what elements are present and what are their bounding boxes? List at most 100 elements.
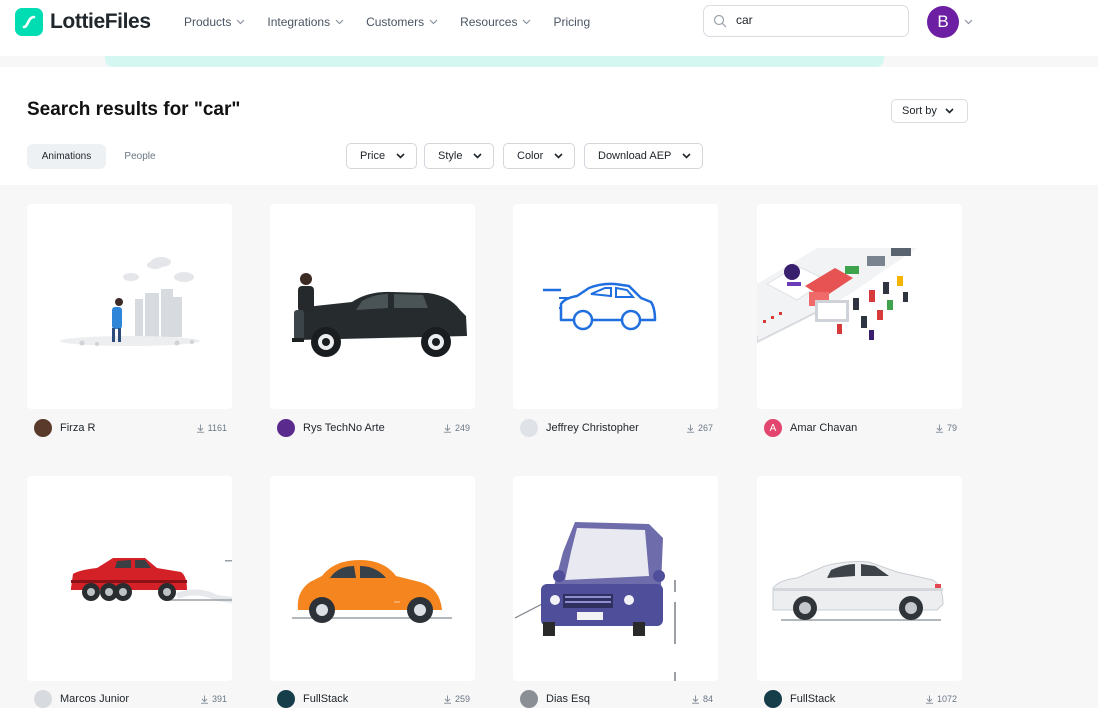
download-icon <box>686 424 694 433</box>
search-input[interactable] <box>736 13 896 27</box>
nav-item-pricing[interactable]: Pricing <box>553 15 590 29</box>
download-count-value: 79 <box>946 423 957 433</box>
nav-item-label: Products <box>184 15 232 29</box>
filter-label: Download AEP <box>598 150 672 162</box>
animation-preview <box>757 248 917 344</box>
animation-preview <box>71 558 232 603</box>
filter-label: Color <box>517 150 544 162</box>
download-count: 259 <box>443 694 470 704</box>
download-count-value: 249 <box>454 423 470 433</box>
chevron-down-icon <box>236 19 245 25</box>
download-count: 267 <box>686 423 713 433</box>
nav-item-customers[interactable]: Customers <box>366 15 438 29</box>
card-meta: Dias Esq 84 <box>513 690 718 708</box>
top-navigation-bar: LottieFiles Products Integrations Custom… <box>0 0 1098 56</box>
author-avatar[interactable] <box>34 419 52 437</box>
download-icon <box>935 424 943 433</box>
sort-by-dropdown[interactable]: Sort by <box>891 99 968 123</box>
animation-card[interactable] <box>757 476 962 681</box>
animation-card[interactable] <box>270 204 475 409</box>
animation-preview <box>292 273 467 357</box>
animation-card[interactable] <box>270 476 475 681</box>
animation-preview <box>514 522 676 681</box>
chevron-down-icon <box>682 153 691 159</box>
nav-item-integrations[interactable]: Integrations <box>267 15 344 29</box>
download-count-value: 1072 <box>936 694 957 704</box>
chevron-down-icon <box>523 19 531 25</box>
author-name[interactable]: Rys TechNo Arte <box>303 422 385 434</box>
filter-color[interactable]: Color <box>503 143 576 169</box>
card-meta: Firza R 1161 <box>27 419 232 437</box>
nav-item-products[interactable]: Products <box>184 15 245 29</box>
card-meta: Jeffrey Christopher 267 <box>513 419 718 437</box>
author-avatar[interactable] <box>520 690 538 708</box>
chevron-down-icon <box>396 153 405 159</box>
download-icon <box>443 695 451 704</box>
chevron-down-icon <box>473 153 483 159</box>
author-name[interactable]: Marcos Junior <box>60 693 129 705</box>
author-avatar[interactable] <box>520 419 538 437</box>
tab-people[interactable]: People <box>112 144 168 169</box>
download-count-value: 259 <box>454 694 470 704</box>
author-name[interactable]: FullStack <box>790 693 835 705</box>
chevron-down-icon <box>945 108 954 114</box>
search-icon <box>713 14 727 28</box>
filter-price[interactable]: Price <box>346 143 418 169</box>
filter-download-aep[interactable]: Download AEP <box>584 143 704 169</box>
download-count: 1072 <box>925 694 957 704</box>
nav-item-label: Resources <box>460 15 518 29</box>
author-name[interactable]: Amar Chavan <box>790 422 857 434</box>
download-count-value: 84 <box>702 694 713 704</box>
lottiefiles-logo-icon <box>15 8 43 36</box>
animation-card[interactable] <box>757 204 962 409</box>
card-meta: FullStack 259 <box>270 690 475 708</box>
announcement-banner <box>105 56 884 67</box>
animation-card[interactable] <box>27 476 232 681</box>
chevron-down-icon[interactable] <box>964 19 973 25</box>
card-meta: FullStack 1072 <box>757 690 962 708</box>
filter-label: Style <box>438 150 463 162</box>
author-name[interactable]: Dias Esq <box>546 693 590 705</box>
animation-preview <box>543 282 657 331</box>
chevron-down-icon <box>554 153 563 159</box>
animation-preview <box>60 257 200 346</box>
chevron-down-icon <box>429 19 438 25</box>
animation-card[interactable] <box>27 204 232 409</box>
animation-preview <box>772 561 944 621</box>
user-avatar[interactable]: B <box>927 6 959 38</box>
tab-animations[interactable]: Animations <box>27 144 106 169</box>
nav-item-label: Integrations <box>267 15 331 29</box>
download-icon <box>443 424 451 433</box>
animation-card[interactable] <box>513 476 718 681</box>
download-count: 79 <box>935 423 957 433</box>
lottiefiles-logo[interactable]: LottieFiles <box>15 8 151 36</box>
author-avatar[interactable] <box>34 690 52 708</box>
author-name[interactable]: FullStack <box>303 693 348 705</box>
animation-preview <box>292 560 452 623</box>
filter-style[interactable]: Style <box>424 143 495 169</box>
nav-item-label: Pricing <box>553 15 591 29</box>
download-icon <box>925 695 933 704</box>
download-icon <box>691 695 699 704</box>
chevron-down-icon <box>335 19 344 25</box>
download-count-value: 1161 <box>207 423 227 433</box>
author-avatar[interactable] <box>277 690 295 708</box>
author-avatar[interactable] <box>764 690 782 708</box>
nav-item-label: Customers <box>366 15 425 29</box>
card-meta: Rys TechNo Arte 249 <box>270 419 475 437</box>
search-box <box>703 5 909 37</box>
download-icon <box>200 695 208 704</box>
brand-name: LottieFiles <box>50 10 151 33</box>
page-title: Search results for "car" <box>27 99 241 120</box>
author-name[interactable]: Jeffrey Christopher <box>546 422 639 434</box>
download-icon <box>196 424 204 433</box>
author-avatar[interactable]: A <box>764 419 782 437</box>
main-nav: Products Integrations Customers Resource… <box>184 15 612 29</box>
download-count-value: 391 <box>211 694 227 704</box>
download-count: 84 <box>691 694 713 704</box>
download-count: 249 <box>443 423 470 433</box>
animation-card[interactable] <box>513 204 718 409</box>
nav-item-resources[interactable]: Resources <box>460 15 531 29</box>
author-avatar[interactable] <box>277 419 295 437</box>
author-name[interactable]: Firza R <box>60 422 95 434</box>
